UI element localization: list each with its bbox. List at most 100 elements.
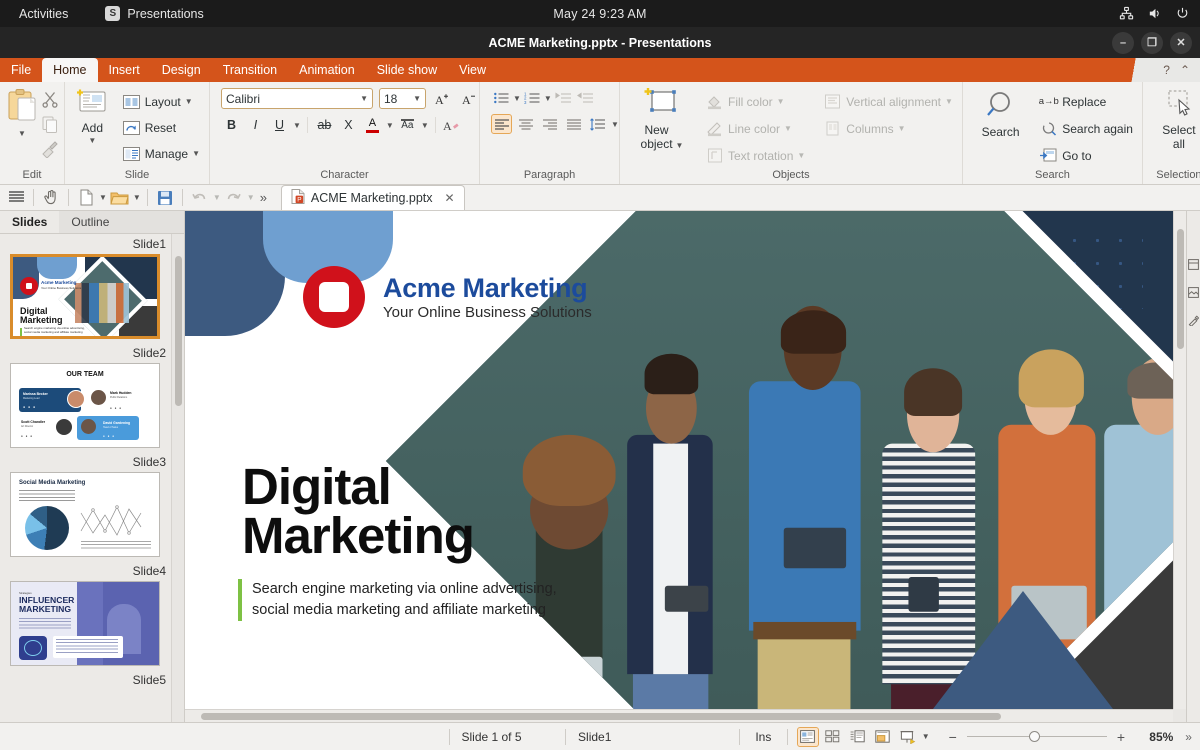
zoom-out-button[interactable]: − xyxy=(949,729,957,745)
layout-button[interactable]: Layout ▼ xyxy=(118,90,204,113)
slide-subtitle[interactable]: Search engine marketing via online adver… xyxy=(238,579,557,621)
manage-button[interactable]: Manage ▼ xyxy=(118,142,204,165)
status-overflow-button[interactable]: » xyxy=(1185,730,1200,744)
zoom-slider[interactable]: − + xyxy=(949,729,1125,745)
slide-thumbnail-3[interactable]: Social Media Marketing xyxy=(10,472,160,557)
hand-icon[interactable] xyxy=(40,187,62,208)
slide-thumbnail-2[interactable]: OUR TEAM Marissa Becker Marketing Lead ●… xyxy=(10,363,160,448)
help-button[interactable]: ? xyxy=(1163,63,1170,77)
layout-caret[interactable]: ▼ xyxy=(185,97,193,106)
numbered-list-icon[interactable]: 123 xyxy=(522,88,543,108)
tab-view[interactable]: View xyxy=(448,58,497,82)
status-insert-mode[interactable]: Ins xyxy=(740,728,787,746)
tab-transition[interactable]: Transition xyxy=(212,58,288,82)
clock[interactable]: May 24 9:23 AM xyxy=(553,7,646,21)
bullet-list-icon[interactable] xyxy=(491,88,512,108)
underline-button[interactable]: U xyxy=(269,115,290,135)
slide-title[interactable]: Digital Marketing xyxy=(242,463,474,561)
slide-logo[interactable]: Acme Marketing Your Online Business Solu… xyxy=(303,266,592,328)
notes-view-icon[interactable] xyxy=(872,727,894,747)
cut-icon[interactable] xyxy=(41,90,59,111)
align-right-icon[interactable] xyxy=(539,114,560,134)
tab-design[interactable]: Design xyxy=(151,58,212,82)
new-object-button[interactable]: New object ▼ xyxy=(633,88,691,151)
reset-button[interactable]: Reset xyxy=(118,116,204,139)
font-size-caret[interactable]: ▼ xyxy=(413,94,421,103)
rail-styles-icon[interactable] xyxy=(1188,315,1199,329)
start-presentation-icon[interactable] xyxy=(897,727,919,747)
open-folder-icon[interactable] xyxy=(109,187,131,208)
replace-button[interactable]: a→b Replace xyxy=(1035,90,1137,113)
select-all-button[interactable]: Select all xyxy=(1148,88,1200,151)
sidebar-icon[interactable] xyxy=(5,187,27,208)
slide-content[interactable]: Acme Marketing Your Online Business Solu… xyxy=(185,211,1173,709)
rail-gallery-icon[interactable] xyxy=(1188,287,1199,301)
tab-file[interactable]: File xyxy=(0,58,42,82)
search-button[interactable]: Search xyxy=(974,88,1027,140)
character-highlight-button[interactable]: Aa xyxy=(397,115,418,135)
slide-panel-entry-1[interactable]: Slide1 Acme Marketing Your Online Busine… xyxy=(6,234,178,339)
zoom-in-button[interactable]: + xyxy=(1117,729,1125,745)
slide-panel-scrollbar-thumb[interactable] xyxy=(175,256,182,406)
close-button[interactable]: ✕ xyxy=(1170,32,1192,54)
tab-home[interactable]: Home xyxy=(42,58,97,82)
align-center-icon[interactable] xyxy=(515,114,536,134)
font-size-combo[interactable]: 18 ▼ xyxy=(379,88,426,109)
panel-tab-outline[interactable]: Outline xyxy=(59,211,121,233)
document-tab-close-icon[interactable]: ✕ xyxy=(445,191,455,205)
panel-tab-slides[interactable]: Slides xyxy=(0,211,59,233)
add-slide-button[interactable]: Add ▼ xyxy=(75,88,110,145)
decrease-font-size-button[interactable]: A xyxy=(459,89,480,109)
new-document-icon[interactable] xyxy=(75,187,97,208)
outline-view-icon[interactable] xyxy=(847,727,869,747)
zoom-slider-track[interactable] xyxy=(967,736,1107,737)
font-color-caret[interactable]: ▼ xyxy=(386,121,394,130)
zoom-level[interactable]: 85% xyxy=(1125,728,1185,746)
underline-caret[interactable]: ▼ xyxy=(293,121,301,130)
activities-button[interactable]: Activities xyxy=(10,4,77,24)
new-object-caret[interactable]: ▼ xyxy=(676,141,684,150)
collapse-ribbon-button[interactable]: ⌃ xyxy=(1180,63,1190,77)
power-icon[interactable] xyxy=(1175,6,1190,21)
add-slide-caret[interactable]: ▼ xyxy=(88,136,96,145)
network-icon[interactable] xyxy=(1119,6,1134,21)
paste-icon[interactable] xyxy=(5,88,39,127)
slide-panel-entry-5[interactable]: Slide5 xyxy=(6,670,178,690)
rail-properties-icon[interactable] xyxy=(1188,259,1199,273)
bold-button[interactable]: B xyxy=(221,115,242,135)
toolbar-overflow-button[interactable]: » xyxy=(260,190,267,205)
tab-slide-show[interactable]: Slide show xyxy=(366,58,448,82)
save-icon[interactable] xyxy=(154,187,176,208)
app-indicator[interactable]: S Presentations xyxy=(105,6,203,21)
numbered-list-caret[interactable]: ▼ xyxy=(544,94,552,103)
canvas-horizontal-scrollbar-thumb[interactable] xyxy=(201,713,1001,720)
align-left-icon[interactable] xyxy=(491,114,512,134)
view-mode-caret[interactable]: ▼ xyxy=(922,732,930,741)
minimize-button[interactable]: – xyxy=(1112,32,1134,54)
clear-formatting-button[interactable]: A xyxy=(442,115,463,135)
slide-editor[interactable]: Acme Marketing Your Online Business Solu… xyxy=(185,211,1186,722)
maximize-button[interactable]: ❐ xyxy=(1141,32,1163,54)
normal-view-icon[interactable] xyxy=(797,727,819,747)
slide-canvas[interactable]: Acme Marketing Your Online Business Solu… xyxy=(185,211,1173,709)
strikethrough-button[interactable]: ab xyxy=(314,115,335,135)
font-color-button[interactable]: A xyxy=(362,115,383,135)
align-justify-icon[interactable] xyxy=(563,114,584,134)
slide-panel-scrollbar[interactable] xyxy=(171,234,184,722)
system-tray[interactable] xyxy=(1119,6,1190,21)
sidebar-rail[interactable] xyxy=(1186,211,1200,722)
slide-thumbnail-4[interactable]: Strategies INFLUENCER MARKETING xyxy=(10,581,160,666)
italic-button[interactable]: I xyxy=(245,115,266,135)
line-spacing-icon[interactable] xyxy=(587,114,608,134)
slide-thumbnail-1[interactable]: Acme Marketing Your Online Business Solu… xyxy=(10,254,160,339)
bullet-list-caret[interactable]: ▼ xyxy=(513,94,521,103)
superscript-button[interactable]: X xyxy=(338,115,359,135)
slide-panel-entry-2[interactable]: Slide2 OUR TEAM Marissa Becker Marketing… xyxy=(6,343,178,448)
open-folder-caret[interactable]: ▼ xyxy=(133,193,141,202)
slide-panel-entry-3[interactable]: Slide3 Social Media Marketing xyxy=(6,452,178,557)
canvas-vertical-scrollbar[interactable] xyxy=(1173,211,1186,709)
slide-panel-scroll-area[interactable]: Slide1 Acme Marketing Your Online Busine… xyxy=(0,234,184,722)
canvas-horizontal-scrollbar[interactable] xyxy=(185,709,1173,722)
paste-dropdown-caret[interactable]: ▼ xyxy=(18,129,26,138)
font-name-combo[interactable]: Calibri ▼ xyxy=(221,88,373,109)
